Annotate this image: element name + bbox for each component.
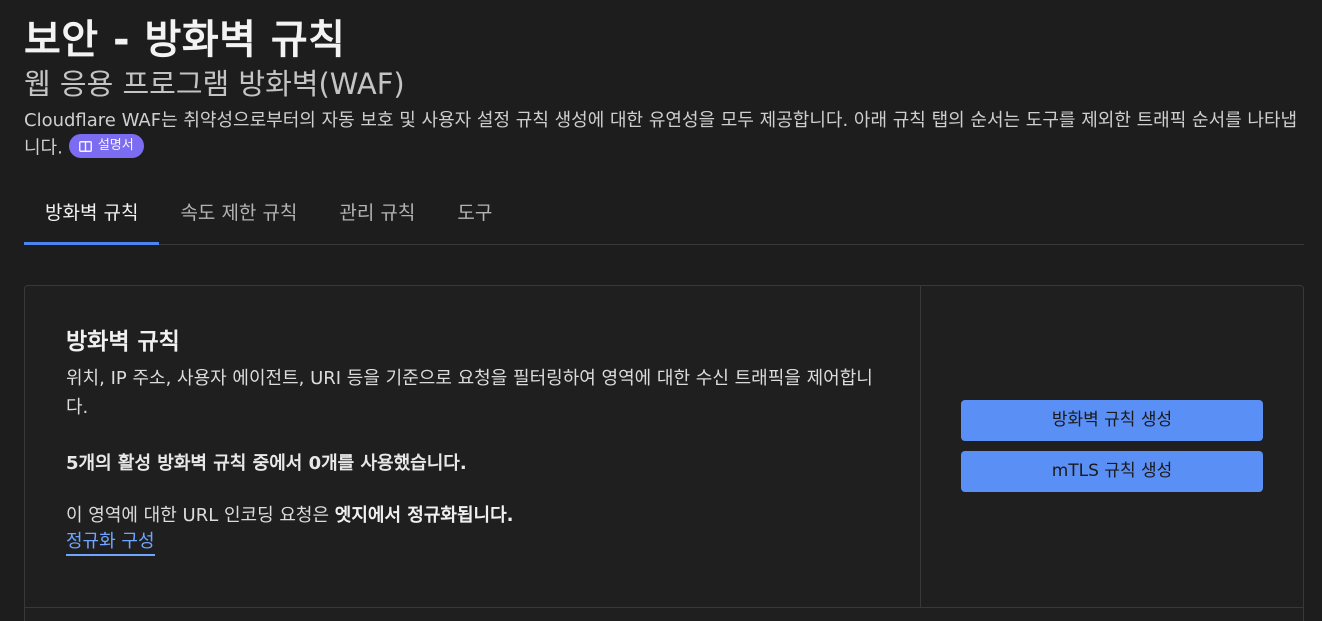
tab-rate-limiting-rules[interactable]: 속도 제한 규칙 <box>159 185 318 244</box>
url-note-prefix: 이 영역에 대한 URL 인코딩 요청은 <box>66 505 335 526</box>
card-description: 위치, IP 주소, 사용자 에이전트, URI 등을 기준으로 요청을 필터링… <box>66 368 873 418</box>
tab-firewall-rules[interactable]: 방화벽 규칙 <box>24 185 160 245</box>
docs-badge[interactable]: 설명서 <box>68 134 144 158</box>
firewall-rules-card: 방화벽 규칙 위치, IP 주소, 사용자 에이전트, URI 등을 기준으로 … <box>24 285 1304 621</box>
card-actions: 방화벽 규칙 생성 mTLS 규칙 생성 <box>961 400 1263 492</box>
rule-usage-text: 5개의 활성 방화벽 규칙 중에서 0개를 사용했습니다. <box>66 453 467 474</box>
card-title: 방화벽 규칙 <box>66 329 180 355</box>
configure-normalization-link[interactable]: 정규화 구성 <box>66 530 155 556</box>
card-divider <box>25 607 1303 608</box>
url-normalization-note: 이 영역에 대한 URL 인코딩 요청은 엣지에서 정규화됩니다. 정규화 구성 <box>66 503 880 556</box>
page-description-text: Cloudflare WAF는 취약성으로부터의 자동 보호 및 사용자 설정 … <box>24 110 1298 159</box>
create-mtls-rule-button[interactable]: mTLS 규칙 생성 <box>961 451 1263 492</box>
book-icon <box>78 140 92 152</box>
tab-managed-rules[interactable]: 관리 규칙 <box>318 185 436 244</box>
page-subtitle: 웹 응용 프로그램 방화벽(WAF) <box>24 67 405 101</box>
url-note-bold: 엣지에서 정규화됩니다. <box>334 505 514 526</box>
tab-bar: 방화벽 규칙 속도 제한 규칙 관리 규칙 도구 <box>24 185 1304 245</box>
create-firewall-rule-button[interactable]: 방화벽 규칙 생성 <box>961 400 1263 441</box>
page-description: Cloudflare WAF는 취약성으로부터의 자동 보호 및 사용자 설정 … <box>24 108 1309 162</box>
page-title: 보안 - 방화벽 규칙 <box>24 17 346 63</box>
card-content: 방화벽 규칙 위치, IP 주소, 사용자 에이전트, URI 등을 기준으로 … <box>25 286 921 607</box>
docs-badge-label: 설명서 <box>97 138 134 153</box>
page: 보안 - 방화벽 규칙 웹 응용 프로그램 방화벽(WAF) Cloudflar… <box>0 0 1322 621</box>
tab-tools[interactable]: 도구 <box>436 185 513 244</box>
